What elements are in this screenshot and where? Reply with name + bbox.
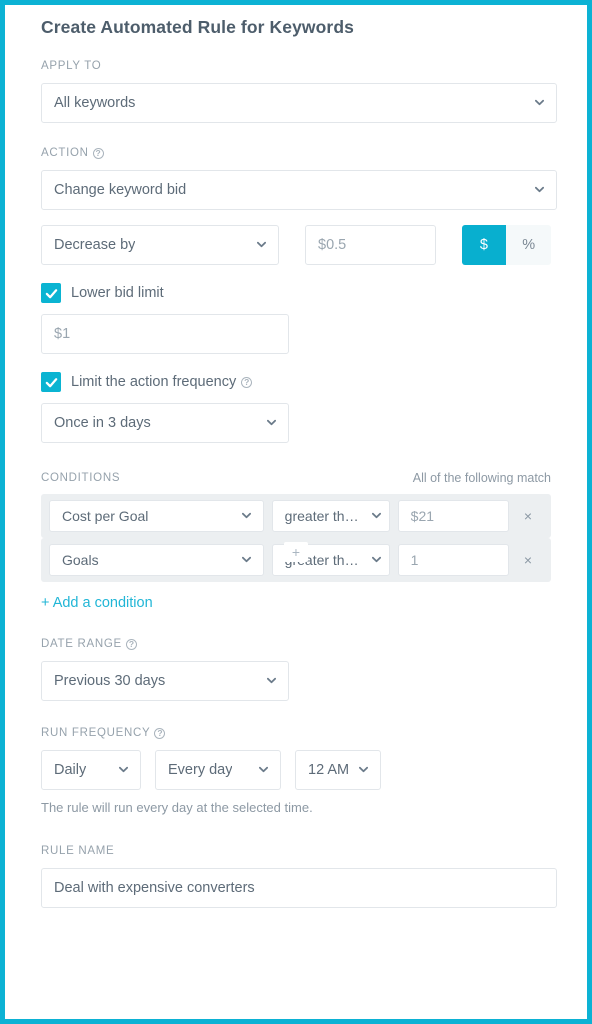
check-icon: [45, 288, 57, 298]
run-frequency-time-select[interactable]: 12 AM: [295, 750, 381, 790]
rule-name-input[interactable]: Deal with expensive converters: [41, 868, 557, 908]
run-frequency-interval-select[interactable]: Daily: [41, 750, 141, 790]
apply-to-value: All keywords: [54, 95, 136, 111]
run-frequency-note: The rule will run every day at the selec…: [41, 800, 313, 815]
lower-bid-limit-label: Lower bid limit: [71, 285, 164, 301]
chevron-down-icon: [257, 240, 266, 249]
date-range-select[interactable]: Previous 30 days: [41, 661, 289, 701]
chevron-down-icon: [267, 418, 276, 427]
condition-metric-value: Cost per Goal: [62, 508, 149, 524]
run-frequency-label-text: RUN FREQUENCY: [41, 727, 151, 739]
help-icon[interactable]: ?: [125, 638, 137, 650]
condition-row: Cost per Goal greater than $21 ×: [41, 494, 551, 538]
condition-value: $21: [410, 508, 435, 524]
help-icon[interactable]: ?: [92, 147, 104, 159]
date-range-section: DATE RANGE ? Previous 30 days: [41, 638, 551, 701]
limit-frequency-label: Limit the action frequency ?: [71, 374, 253, 390]
limit-frequency-select[interactable]: Once in 3 days: [41, 403, 289, 443]
action-section: ACTION ? Change keyword bid Decrease by …: [41, 147, 557, 443]
chevron-down-icon: [359, 765, 368, 774]
action-amount-input[interactable]: $0.5: [305, 225, 436, 265]
conditions-list: Cost per Goal greater than $21 × + Goals…: [41, 494, 551, 582]
conditions-label-text: CONDITIONS: [41, 472, 121, 484]
chevron-down-icon: [267, 676, 276, 685]
conditions-match-note: All of the following match: [412, 471, 551, 485]
dialog-title: Create Automated Rule for Keywords: [41, 17, 354, 37]
date-range-label-text: DATE RANGE: [41, 638, 122, 650]
run-frequency-section: RUN FREQUENCY ? Daily Every day 12 AM Th…: [41, 727, 551, 815]
rule-name-label: RULE NAME: [41, 845, 551, 857]
add-condition-link[interactable]: + Add a condition: [41, 595, 153, 611]
conditions-label: CONDITIONS: [41, 472, 120, 484]
conditions-header: CONDITIONS All of the following match: [41, 471, 551, 485]
date-range-label: DATE RANGE ?: [41, 638, 551, 650]
insert-condition-icon[interactable]: +: [284, 542, 308, 562]
action-label: ACTION ?: [41, 147, 551, 159]
action-type-select[interactable]: Change keyword bid: [41, 170, 557, 210]
apply-to-select[interactable]: All keywords: [41, 83, 557, 123]
limit-frequency-row: Limit the action frequency ?: [41, 372, 551, 392]
action-amount-row: Decrease by $0.5 $ %: [41, 225, 551, 265]
chevron-down-icon: [241, 555, 251, 564]
apply-to-label: APPLY TO: [41, 60, 551, 72]
action-amount-value: $0.5: [318, 237, 347, 253]
remove-condition-icon[interactable]: ×: [513, 552, 543, 568]
condition-value-input[interactable]: $21: [397, 500, 509, 532]
conditions-section: CONDITIONS All of the following match Co…: [41, 471, 551, 612]
action-label-text: ACTION: [41, 147, 89, 159]
rule-name-section: RULE NAME Deal with expensive converters: [41, 845, 557, 908]
lower-bid-limit-checkbox[interactable]: [41, 283, 61, 303]
date-range-value: Previous 30 days: [54, 673, 166, 689]
apply-to-section: APPLY TO All keywords: [41, 60, 557, 123]
condition-operator-select[interactable]: greater than: [271, 500, 390, 532]
apply-to-label-text: APPLY TO: [41, 60, 102, 72]
chevron-down-icon: [119, 765, 128, 774]
action-operation-value: Decrease by: [54, 237, 136, 253]
run-frequency-row: Daily Every day 12 AM: [41, 750, 551, 790]
run-frequency-day-value: Every day: [168, 762, 233, 778]
run-frequency-time-value: 12 AM: [308, 762, 350, 778]
check-icon: [45, 377, 57, 387]
condition-value-input[interactable]: 1: [397, 544, 509, 576]
rule-name-value: Deal with expensive converters: [54, 880, 255, 896]
rule-name-label-text: RULE NAME: [41, 845, 115, 857]
limit-frequency-value: Once in 3 days: [54, 415, 151, 431]
unit-currency-button[interactable]: $: [461, 225, 507, 265]
lower-bid-limit-row: Lower bid limit: [41, 283, 551, 303]
run-frequency-label: RUN FREQUENCY ?: [41, 727, 551, 739]
condition-operator-value: greater than: [284, 508, 359, 524]
chevron-down-icon: [371, 511, 381, 520]
remove-condition-icon[interactable]: ×: [513, 508, 543, 524]
help-icon[interactable]: ?: [154, 727, 166, 739]
action-operation-select[interactable]: Decrease by: [41, 225, 279, 265]
chevron-down-icon: [241, 511, 251, 520]
condition-metric-value: Goals: [62, 552, 99, 568]
limit-frequency-label-text: Limit the action frequency: [71, 374, 237, 390]
chevron-down-icon: [259, 765, 268, 774]
condition-value: 1: [410, 552, 419, 568]
lower-bid-limit-value: $1: [54, 326, 71, 342]
action-type-value: Change keyword bid: [54, 182, 187, 198]
condition-metric-select[interactable]: Goals: [49, 544, 264, 576]
run-frequency-interval-value: Daily: [54, 762, 87, 778]
chevron-down-icon: [371, 555, 381, 564]
condition-metric-select[interactable]: Cost per Goal: [49, 500, 264, 532]
unit-percent-button[interactable]: %: [506, 225, 551, 265]
create-rule-dialog: Create Automated Rule for Keywords APPLY…: [0, 0, 592, 1024]
unit-toggle-group: $ %: [461, 225, 551, 265]
chevron-down-icon: [535, 98, 544, 107]
run-frequency-day-select[interactable]: Every day: [155, 750, 281, 790]
limit-frequency-checkbox[interactable]: [41, 372, 61, 392]
lower-bid-limit-input[interactable]: $1: [41, 314, 289, 354]
help-icon[interactable]: ?: [241, 376, 253, 388]
lower-bid-limit-label-text: Lower bid limit: [71, 285, 164, 301]
chevron-down-icon: [535, 185, 544, 194]
